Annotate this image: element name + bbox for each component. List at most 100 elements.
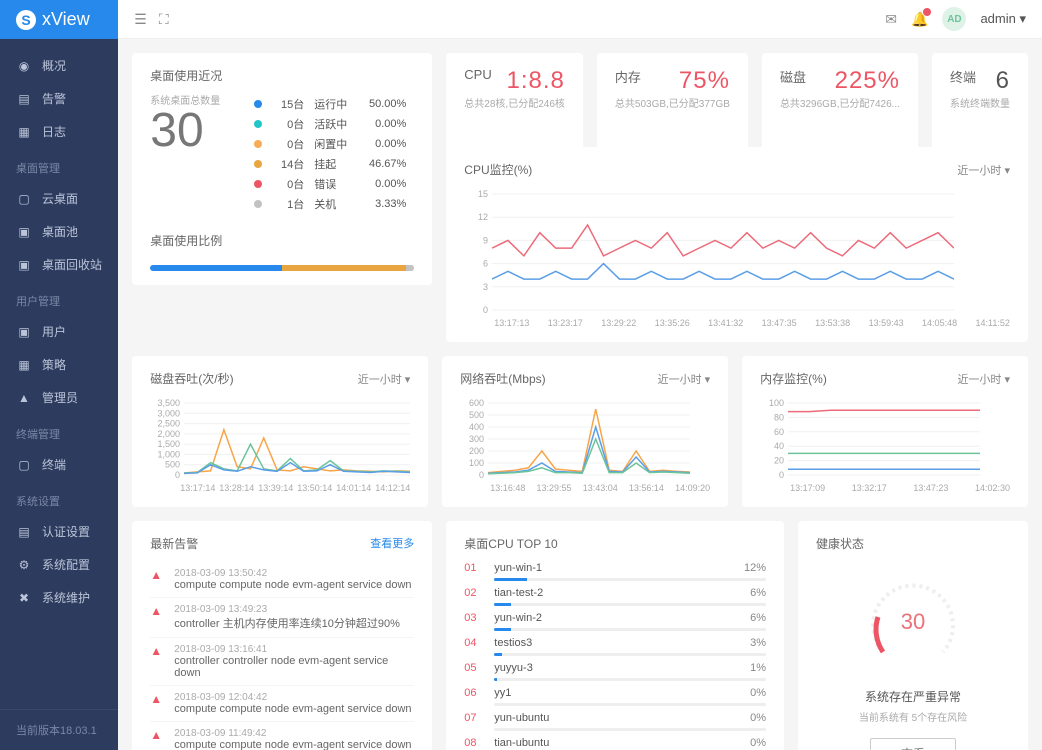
nav-alarm[interactable]: ▤告警 [0, 82, 118, 115]
usage-card: 桌面使用近况 系统桌面总数量 30 15台运行中50.00%0台活跃中0.00%… [132, 53, 432, 285]
avatar[interactable]: AD [942, 7, 966, 31]
mem-time-select[interactable]: 近一小时 ▾ [957, 371, 1010, 387]
alert-item[interactable]: ▲2018-03-09 13:50:42compute compute node… [150, 562, 414, 598]
fullscreen-icon[interactable]: ⛶ [159, 11, 169, 28]
chart-icon: ▤ [16, 92, 32, 106]
svg-text:40: 40 [774, 441, 784, 451]
warning-icon: ▲ [150, 604, 164, 631]
nav-admin[interactable]: ▲管理员 [0, 381, 118, 414]
health-card: 健康状态 30 系统存在严重异常 当前系统有 5个存在风险 查看 [798, 521, 1028, 750]
svg-text:3,000: 3,000 [158, 408, 181, 418]
status-dot [254, 120, 262, 128]
svg-text:500: 500 [165, 460, 180, 470]
status-dot [254, 100, 262, 108]
svg-text:2,000: 2,000 [158, 429, 181, 439]
alert-item[interactable]: ▲2018-03-09 12:04:42compute compute node… [150, 686, 414, 722]
nav-overview[interactable]: ◉概况 [0, 49, 118, 82]
svg-text:400: 400 [469, 422, 484, 432]
net-time-select[interactable]: 近一小时 ▾ [658, 371, 711, 387]
svg-text:6: 6 [483, 259, 488, 269]
health-view-button[interactable]: 查看 [870, 738, 956, 750]
top-item[interactable]: 04testios33% [464, 637, 766, 649]
top-item[interactable]: 07yun-ubuntu0% [464, 712, 766, 724]
nav-log[interactable]: ▦日志 [0, 115, 118, 148]
warning-icon: ▲ [150, 692, 164, 715]
top-item[interactable]: 06yy10% [464, 687, 766, 699]
disk-card: 磁盘吞吐(次/秒) 近一小时 ▾ 3,5003,0002,5002,0001,5… [132, 356, 428, 507]
alert-item[interactable]: ▲2018-03-09 13:49:23controller 主机内存使用率连续… [150, 598, 414, 638]
cpu-chart-title: CPU监控(%) [464, 161, 532, 178]
top-item[interactable]: 08tian-ubuntu0% [464, 737, 766, 749]
warning-icon: ▲ [150, 728, 164, 750]
svg-text:3,500: 3,500 [158, 398, 181, 408]
status-dot [254, 160, 262, 168]
gear-icon: ⚙ [16, 558, 32, 572]
svg-text:0: 0 [483, 305, 488, 315]
top-item[interactable]: 05yuyyu-31% [464, 662, 766, 674]
alert-item[interactable]: ▲2018-03-09 11:49:42compute compute node… [150, 722, 414, 750]
nav-auth[interactable]: ▤认证设置 [0, 515, 118, 548]
svg-text:100: 100 [769, 398, 784, 408]
alert-item[interactable]: ▲2018-03-09 13:16:41controller controlle… [150, 638, 414, 686]
svg-text:1,000: 1,000 [158, 449, 181, 459]
disk-time-select[interactable]: 近一小时 ▾ [358, 371, 411, 387]
admin-icon: ▲ [16, 391, 32, 405]
sidebar-nav: ◉概况 ▤告警 ▦日志 桌面管理 ▢云桌面 ▣桌面池 ▣桌面回收站 用户管理 ▣… [0, 39, 118, 709]
mem-card: 内存监控(%) 近一小时 ▾ 100806040200 13:17:0913:3… [742, 356, 1028, 507]
section-terminal: 终端管理 [0, 414, 118, 448]
disk-chart: 3,5003,0002,5002,0001,5001,0005000 [150, 395, 410, 483]
mem-chart: 100806040200 [760, 395, 980, 483]
svg-text:600: 600 [469, 398, 484, 408]
nav-user[interactable]: ▣用户 [0, 315, 118, 348]
svg-text:80: 80 [774, 412, 784, 422]
svg-text:1,500: 1,500 [158, 439, 181, 449]
gauge-icon: ◉ [16, 59, 32, 73]
bell-icon[interactable]: 🔔 [911, 11, 928, 28]
brand-name: xView [42, 9, 90, 30]
svg-text:100: 100 [469, 458, 484, 468]
net-card: 网络吞吐(Mbps) 近一小时 ▾ 6005004003002001000 13… [442, 356, 728, 507]
user-menu[interactable]: admin ▾ [980, 11, 1026, 27]
warning-icon: ▲ [150, 644, 164, 679]
top-card: 桌面CPU TOP 10 01yun-win-112%02tian-test-2… [446, 521, 784, 750]
alerts-more-link[interactable]: 查看更多 [370, 535, 414, 552]
alerts-card: 最新告警 查看更多 ▲2018-03-09 13:50:42compute co… [132, 521, 432, 750]
folder-icon: ▣ [16, 225, 32, 239]
menu-toggle-icon[interactable]: ☰ [134, 11, 147, 28]
nav-desktop-pool[interactable]: ▣桌面池 [0, 215, 118, 248]
svg-text:2,500: 2,500 [158, 419, 181, 429]
health-gauge: 30 [863, 572, 963, 672]
section-desktop: 桌面管理 [0, 148, 118, 182]
usage-title: 桌面使用近况 [150, 67, 414, 84]
health-score: 30 [901, 609, 925, 635]
nav-recycle[interactable]: ▣桌面回收站 [0, 248, 118, 281]
mail-icon[interactable]: ✉ [885, 11, 897, 28]
nav-policy[interactable]: ▦策略 [0, 348, 118, 381]
top-item[interactable]: 02tian-test-26% [464, 587, 766, 599]
svg-text:9: 9 [483, 235, 488, 245]
cpu-time-select[interactable]: 近一小时 ▾ [957, 162, 1010, 178]
version-label: 当前版本18.03.1 [0, 709, 118, 750]
warning-icon: ▲ [150, 568, 164, 591]
nav-maintenance[interactable]: ✖系统维护 [0, 581, 118, 614]
nav-cloud-desktop[interactable]: ▢云桌面 [0, 182, 118, 215]
topbar: ☰ ⛶ ✉ 🔔 AD admin ▾ [118, 0, 1042, 39]
nav-terminal[interactable]: ▢终端 [0, 448, 118, 481]
cpu-monitor-card: CPU监控(%) 近一小时 ▾ 15129630 13:17:1313:23:1… [446, 147, 1028, 342]
top-item[interactable]: 03yun-win-26% [464, 612, 766, 624]
net-chart: 6005004003002001000 [460, 395, 690, 483]
svg-text:0: 0 [779, 470, 784, 480]
top-item[interactable]: 01yun-win-112% [464, 562, 766, 574]
svg-text:60: 60 [774, 427, 784, 437]
svg-text:15: 15 [478, 189, 488, 199]
svg-text:500: 500 [469, 410, 484, 420]
usage-bar [150, 265, 414, 271]
terminal-icon: ▢ [16, 458, 32, 472]
doc-icon: ▤ [16, 525, 32, 539]
svg-text:200: 200 [469, 446, 484, 456]
logo[interactable]: S xView [0, 0, 118, 39]
logo-icon: S [16, 10, 36, 30]
status-dot [254, 180, 262, 188]
nav-config[interactable]: ⚙系统配置 [0, 548, 118, 581]
wrench-icon: ✖ [16, 591, 32, 605]
